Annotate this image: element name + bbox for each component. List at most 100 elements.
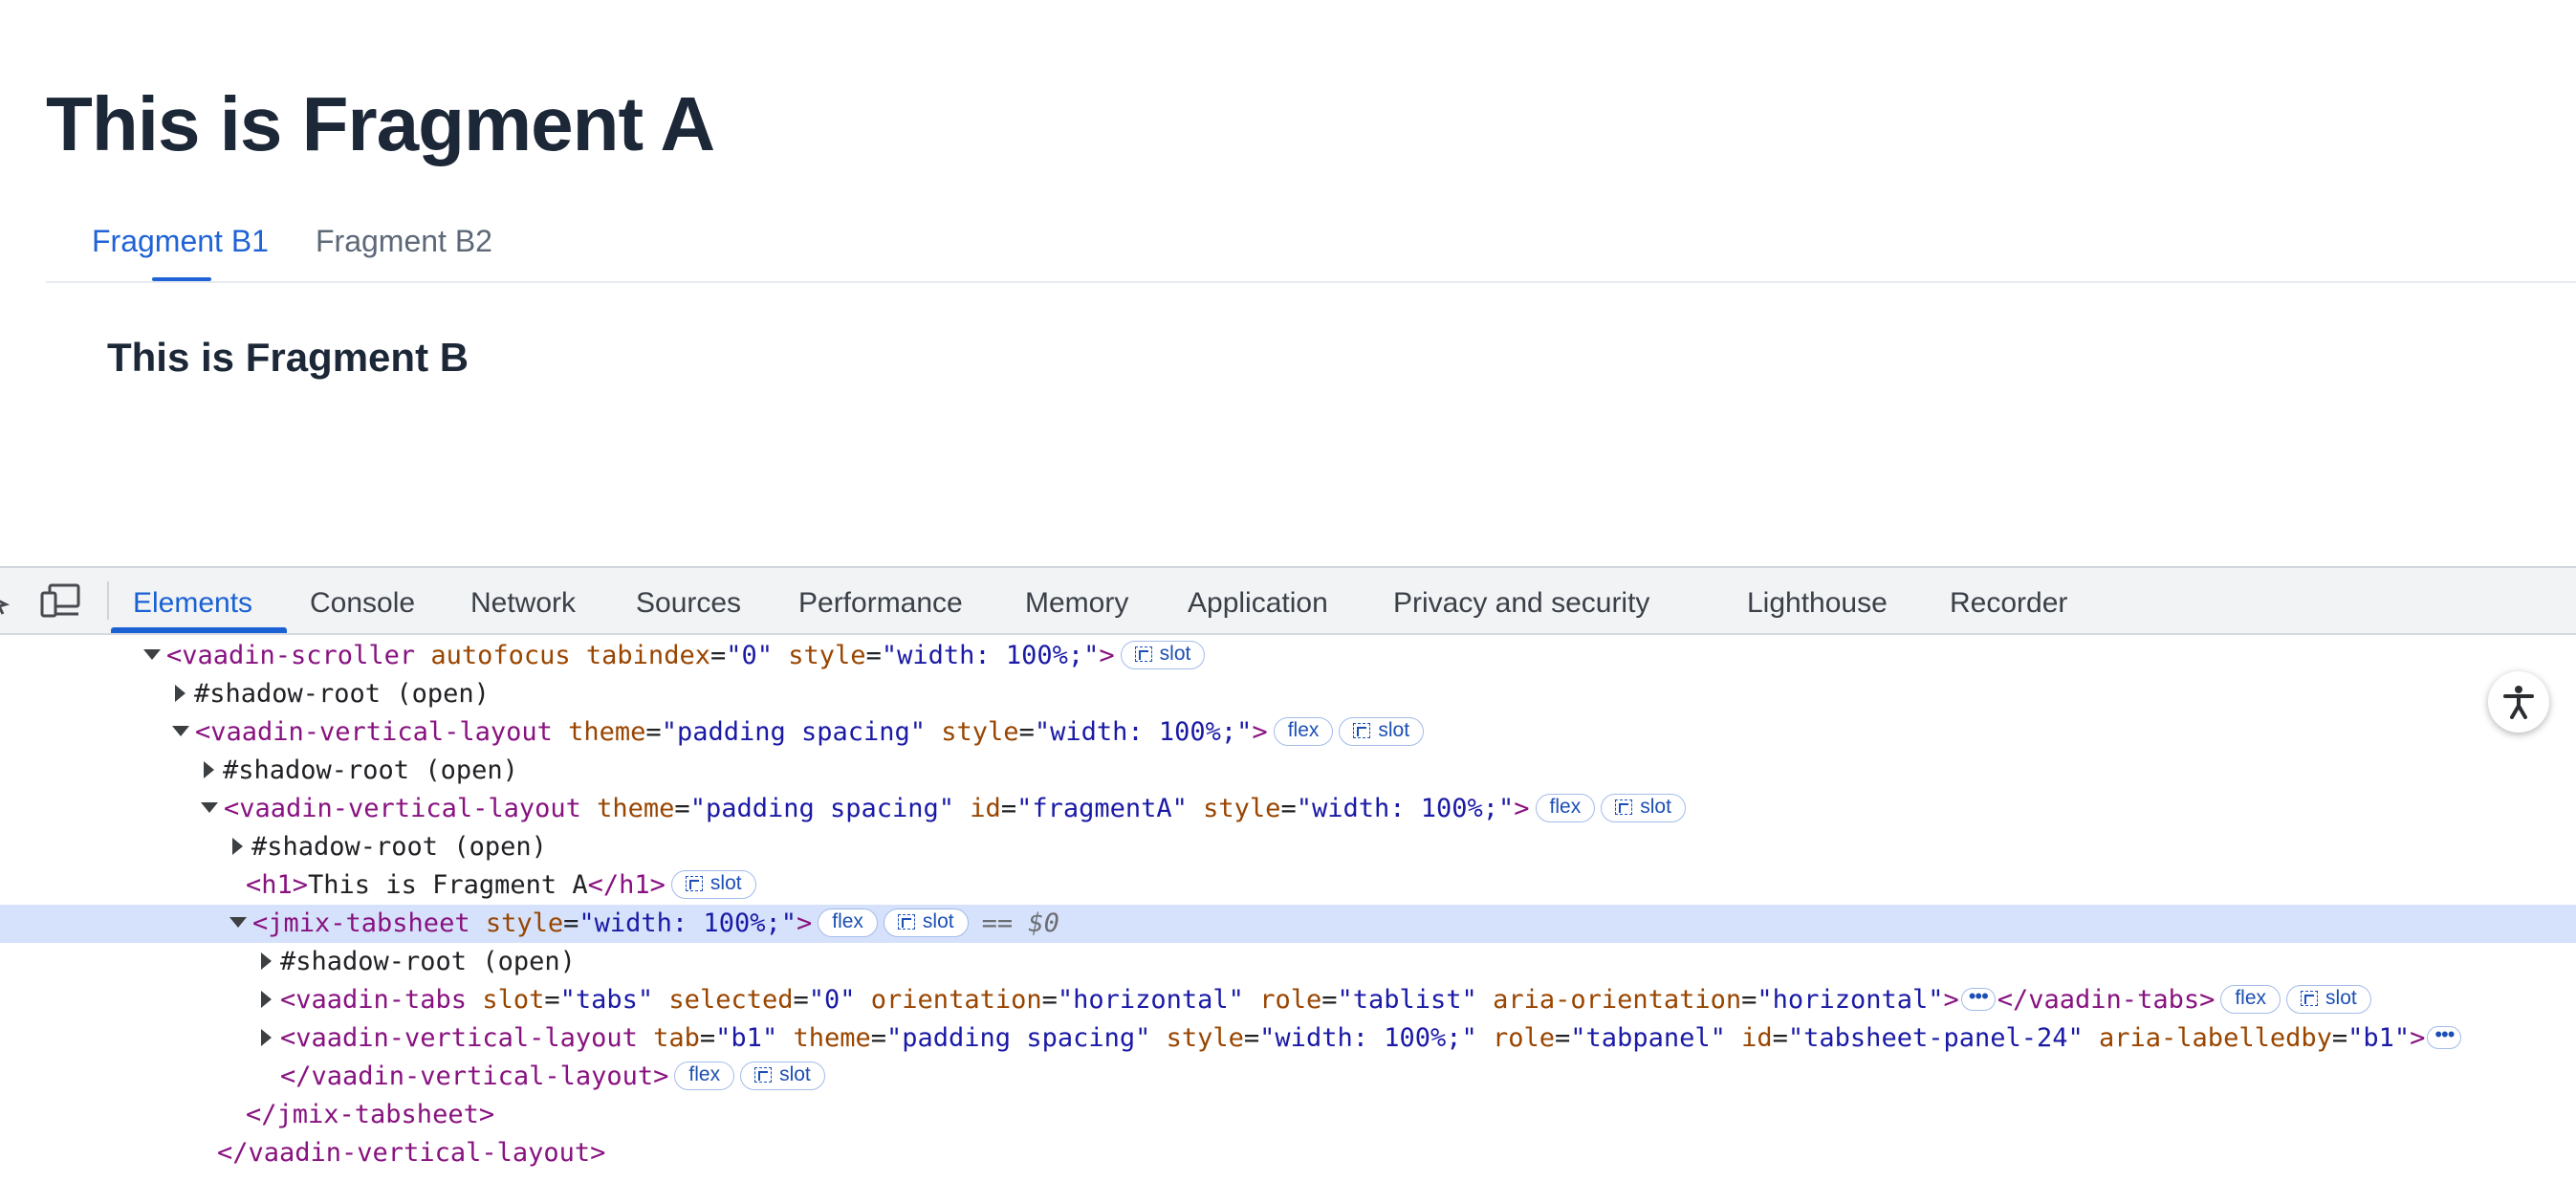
dom-node-shadow-root[interactable]: #shadow-root (open) — [0, 752, 2576, 790]
dom-node-tabpanel[interactable]: <vaadin-vertical-layout tab="b1" theme="… — [0, 1019, 2576, 1058]
flex-badge[interactable]: flex — [674, 1061, 735, 1090]
device-toolbar-icon[interactable] — [40, 583, 80, 618]
slot-badge[interactable]: slot — [740, 1061, 825, 1090]
fragment-b-title: This is Fragment B — [107, 335, 469, 380]
attr-name: role — [1476, 1023, 1556, 1053]
expand-triangle-icon[interactable] — [261, 1028, 272, 1046]
fragment-tabs: Fragment B1 Fragment B2 — [46, 212, 2576, 283]
flex-badge[interactable]: flex — [1535, 793, 1596, 822]
slot-reveal-icon — [1353, 722, 1371, 738]
attr-name: role — [1243, 985, 1322, 1015]
attr-value: "width: 100%;" — [1259, 1023, 1477, 1053]
badge-label: slot — [1159, 642, 1191, 665]
attr-name: theme — [552, 717, 646, 747]
tab-sources[interactable]: Sources — [636, 568, 741, 635]
tag-end: </jmix-tabsheet> — [246, 1100, 495, 1129]
attr-name: theme — [777, 1023, 871, 1053]
accessibility-button[interactable] — [2488, 671, 2549, 733]
badge-label: flex — [1287, 718, 1320, 741]
slot-badge[interactable]: slot — [2286, 984, 2371, 1014]
marker-var: $0 — [1028, 908, 1059, 938]
attr-name: theme — [580, 794, 675, 823]
app-viewport: This is Fragment A Fragment B1 Fragment … — [0, 0, 2576, 566]
dom-node-vaadin-scroller[interactable]: <vaadin-scroller autofocus tabindex="0" … — [0, 637, 2576, 675]
tag-end: </vaadin-tabs> — [1997, 985, 2216, 1015]
tag-end: </vaadin-vertical-layout> — [217, 1138, 606, 1168]
attr-name: selected — [653, 985, 794, 1015]
slot-reveal-icon — [685, 875, 703, 891]
dom-tree: <vaadin-scroller autofocus tabindex="0" … — [0, 637, 2576, 1182]
badge-label: slot — [709, 871, 742, 894]
slot-reveal-icon — [754, 1066, 773, 1083]
dom-node-shadow-root[interactable]: #shadow-root (open) — [0, 943, 2576, 981]
collapsed-children-ellipsis[interactable]: ••• — [2427, 1023, 2462, 1049]
slot-badge[interactable]: slot — [1339, 716, 1425, 746]
tab-network[interactable]: Network — [470, 568, 576, 635]
attr-value: "width: 100%;" — [579, 908, 797, 938]
slot-reveal-icon — [1615, 799, 1633, 815]
tab-application[interactable]: Application — [1188, 568, 1328, 635]
expand-triangle-icon[interactable] — [232, 837, 243, 855]
dom-node-shadow-root[interactable]: #shadow-root (open) — [0, 828, 2576, 866]
collapse-triangle-icon[interactable] — [201, 802, 218, 813]
collapsed-children-ellipsis[interactable]: ••• — [1960, 985, 1996, 1011]
slot-badge[interactable]: slot — [670, 869, 756, 899]
flex-badge[interactable]: flex — [2220, 984, 2281, 1014]
attr-value: "width: 100%;" — [1296, 794, 1515, 823]
dom-node-jmix-tabsheet-selected[interactable]: <jmix-tabsheet style="width: 100%;"> flex… — [0, 905, 2576, 943]
dom-node-vaadin-vertical-layout[interactable]: <vaadin-vertical-layout theme="padding s… — [0, 713, 2576, 752]
attr-name: orientation — [855, 985, 1042, 1015]
node-text: This is Fragment A — [308, 870, 588, 900]
attr-value: "horizontal" — [1757, 985, 1944, 1015]
attr-name: slot — [467, 985, 545, 1015]
tab-fragment-b1[interactable]: Fragment B1 — [92, 212, 269, 283]
attr-name: id — [1725, 1023, 1773, 1053]
marker-eq: == — [981, 908, 1029, 938]
slot-badge[interactable]: slot — [883, 908, 969, 937]
tab-memory[interactable]: Memory — [1025, 568, 1128, 635]
slot-reveal-icon — [1134, 646, 1152, 662]
badge-label: slot — [2325, 986, 2357, 1009]
tab-performance[interactable]: Performance — [798, 568, 963, 635]
attr-name: style — [1150, 1023, 1244, 1053]
attr-value: "0" — [808, 985, 856, 1015]
attr-value: "tabs" — [559, 985, 654, 1015]
dom-node-end-vaadin-vertical-layout[interactable]: </vaadin-vertical-layout> flex slot — [0, 1058, 2576, 1096]
dom-node-vaadin-vertical-layout-fragmentA[interactable]: <vaadin-vertical-layout theme="padding s… — [0, 790, 2576, 828]
tab-console[interactable]: Console — [310, 568, 415, 635]
collapse-triangle-icon[interactable] — [229, 917, 247, 928]
attr-value: "0" — [726, 641, 774, 670]
collapse-triangle-icon[interactable] — [143, 649, 161, 660]
expand-triangle-icon[interactable] — [261, 990, 272, 1008]
expand-triangle-icon[interactable] — [175, 684, 186, 702]
flex-badge[interactable]: flex — [818, 908, 878, 937]
badge-label: slot — [779, 1062, 811, 1085]
slot-badge[interactable]: slot — [1120, 640, 1206, 669]
dom-node-shadow-root[interactable]: #shadow-root (open) — [0, 675, 2576, 713]
slot-badge[interactable]: slot — [1601, 793, 1686, 822]
attr-name: autofocus — [415, 641, 571, 670]
expand-triangle-icon[interactable] — [204, 760, 214, 778]
tag-open: <vaadin-tabs — [280, 985, 468, 1015]
dom-node-end-vaadin-vertical-layout[interactable]: </vaadin-vertical-layout> — [0, 1134, 2576, 1172]
tab-elements[interactable]: Elements — [133, 568, 252, 635]
attr-value: "b1" — [2347, 1023, 2411, 1053]
accessibility-icon — [2503, 686, 2534, 719]
inspect-element-icon[interactable] — [0, 583, 11, 618]
tab-privacy-and-security[interactable]: Privacy and security — [1393, 568, 1649, 635]
attr-name: aria-labelledby — [2083, 1023, 2332, 1053]
slot-reveal-icon — [897, 913, 915, 930]
attr-value: "padding spacing" — [689, 794, 955, 823]
expand-triangle-icon[interactable] — [261, 952, 272, 970]
tab-recorder[interactable]: Recorder — [1950, 568, 2067, 635]
tag-close: > — [796, 908, 813, 938]
attr-value: "padding spacing" — [886, 1023, 1151, 1053]
collapse-triangle-icon[interactable] — [172, 726, 189, 736]
dom-node-vaadin-tabs[interactable]: <vaadin-tabs slot="tabs" selected="0" or… — [0, 981, 2576, 1019]
tag-open: <h1> — [246, 870, 309, 900]
dom-node-h1[interactable]: <h1>This is Fragment A</h1> slot — [0, 866, 2576, 905]
tab-lighthouse[interactable]: Lighthouse — [1747, 568, 1888, 635]
tab-fragment-b2[interactable]: Fragment B2 — [316, 212, 492, 283]
dom-node-end-jmix-tabsheet[interactable]: </jmix-tabsheet> — [0, 1096, 2576, 1134]
flex-badge[interactable]: flex — [1273, 716, 1334, 746]
